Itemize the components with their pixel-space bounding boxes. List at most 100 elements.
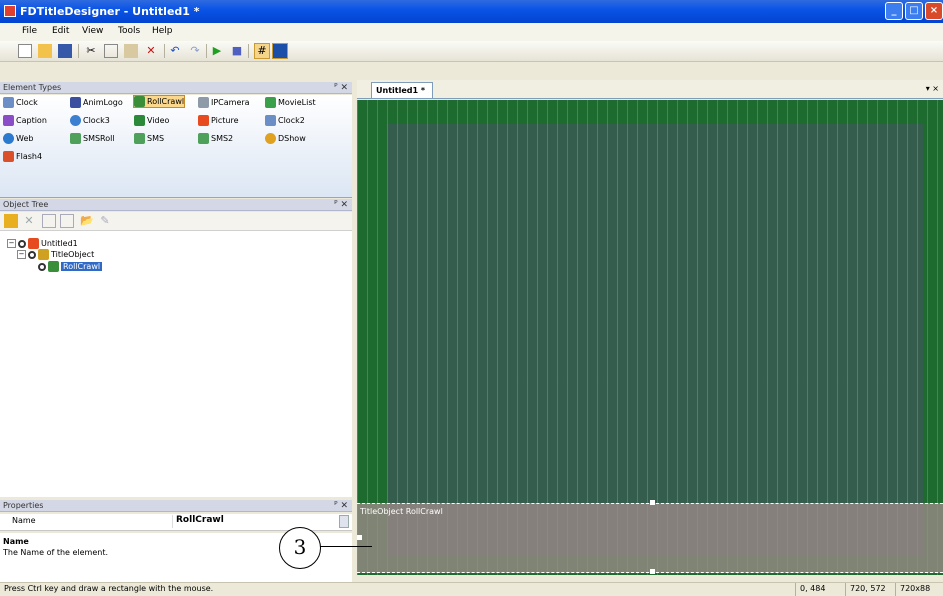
element-flash4[interactable]: Flash4	[3, 151, 42, 162]
property-scrollbar[interactable]	[339, 515, 349, 528]
pin-icon[interactable]: ᴾ	[334, 501, 337, 511]
object-tree-title: Object Tree	[3, 200, 49, 209]
cut-icon[interactable]: ✂	[84, 44, 98, 58]
object-tree-header: Object Tree ᴾ ✕	[0, 199, 352, 211]
move-up-icon[interactable]	[42, 214, 56, 228]
ipcamera-icon	[198, 97, 209, 108]
pin-icon[interactable]: ᴾ	[334, 200, 337, 210]
resize-handle[interactable]	[357, 535, 362, 540]
element-clock2[interactable]: Clock2	[265, 115, 305, 126]
document-tabbar: Untitled1 * ▾ ×	[357, 80, 943, 99]
collapse-icon[interactable]: −	[7, 239, 16, 248]
crawl-object-label: TitleObject RollCrawl	[360, 507, 443, 516]
resize-handle[interactable]	[650, 500, 655, 505]
element-sms2[interactable]: SMS2	[198, 133, 233, 144]
title-bar: FDTitleDesigner - Untitled1 * _ □ ×	[0, 0, 943, 23]
element-clock[interactable]: Clock	[3, 97, 38, 108]
close-icon[interactable]: ✕	[340, 83, 348, 93]
element-rollcrawl[interactable]: RollCrawl	[132, 95, 186, 108]
element-smsroll[interactable]: SMSRoll	[70, 133, 115, 144]
property-name-label: Name	[12, 516, 36, 525]
element-types-title: Element Types	[3, 83, 62, 92]
property-name-value[interactable]: RollCrawl	[172, 515, 337, 528]
menu-file[interactable]: File	[22, 26, 37, 36]
menu-view[interactable]: View	[82, 26, 103, 36]
callout-line	[320, 546, 372, 547]
element-video[interactable]: Video	[134, 115, 169, 126]
element-web[interactable]: Web	[3, 133, 33, 144]
element-clock3[interactable]: Clock3	[70, 115, 110, 126]
picture-icon	[198, 115, 209, 126]
tree-node-untitled1[interactable]: − Untitled1	[7, 238, 78, 249]
titleobject-icon	[38, 249, 49, 260]
status-dimensions: 720x88	[895, 583, 943, 596]
rollcrawl-object[interactable]: TitleObject RollCrawl	[357, 503, 943, 573]
element-dshow[interactable]: DShow	[265, 133, 306, 144]
smsroll-icon	[70, 133, 81, 144]
element-sms[interactable]: SMS	[134, 133, 164, 144]
element-movielist[interactable]: MovieList	[265, 97, 316, 108]
document-icon	[28, 238, 39, 249]
tree-node-rollcrawl[interactable]: RollCrawl	[38, 261, 103, 272]
open-icon[interactable]	[38, 44, 52, 58]
move-down-icon[interactable]	[60, 214, 74, 228]
visibility-icon[interactable]	[28, 250, 36, 259]
element-caption[interactable]: Caption	[3, 115, 47, 126]
close-icon[interactable]: ✕	[340, 200, 348, 210]
add-object-icon[interactable]	[4, 214, 18, 228]
maximize-button[interactable]: □	[905, 2, 923, 20]
app-icon	[4, 5, 16, 17]
visibility-icon[interactable]	[18, 239, 26, 248]
menu-tools[interactable]: Tools	[118, 26, 140, 36]
grid-icon[interactable]: #	[254, 43, 270, 59]
element-animlogo[interactable]: AnimLogo	[70, 97, 123, 108]
property-desc-text: The Name of the element.	[3, 548, 109, 557]
clock3-icon	[70, 115, 81, 126]
window-title: FDTitleDesigner - Untitled1 *	[20, 5, 200, 18]
element-picture[interactable]: Picture	[198, 115, 239, 126]
delete-icon[interactable]: ✕	[144, 44, 158, 58]
delete-object-icon[interactable]: ✕	[22, 214, 36, 228]
sms2-icon	[198, 133, 209, 144]
clock2-icon	[265, 115, 276, 126]
open-folder-icon[interactable]: 📂	[80, 214, 94, 228]
chevron-down-icon[interactable]: ▾ ×	[926, 84, 939, 93]
collapse-icon[interactable]: −	[17, 250, 26, 259]
object-tree: − Untitled1 − TitleObject RollCrawl	[0, 230, 352, 497]
status-coords: 0, 484	[795, 583, 845, 596]
menu-help[interactable]: Help	[152, 26, 173, 36]
close-icon[interactable]: ✕	[340, 501, 348, 511]
new-icon[interactable]	[18, 44, 32, 58]
clock-icon	[3, 97, 14, 108]
animlogo-icon	[70, 97, 81, 108]
save-icon[interactable]	[58, 44, 72, 58]
caption-icon	[3, 115, 14, 126]
redo-icon[interactable]: ↷	[188, 44, 202, 58]
rollcrawl-icon	[134, 96, 145, 107]
paste-icon[interactable]	[124, 44, 138, 58]
stop-icon[interactable]: ■	[230, 44, 244, 58]
title-canvas[interactable]: TitleObject RollCrawl	[357, 100, 943, 575]
safe-area-icon[interactable]	[272, 43, 288, 59]
callout-marker: 3	[279, 527, 321, 569]
visibility-icon[interactable]	[38, 262, 46, 271]
object-tree-toolbar: ✕ 📂 ✎	[0, 212, 352, 230]
edit-icon[interactable]: ✎	[98, 214, 112, 228]
rollcrawl-icon	[48, 261, 59, 272]
flash4-icon	[3, 151, 14, 162]
menu-edit[interactable]: Edit	[52, 26, 69, 36]
tree-node-titleobject[interactable]: − TitleObject	[17, 249, 94, 260]
status-hint: Press Ctrl key and draw a rectangle with…	[4, 584, 214, 593]
pin-icon[interactable]: ᴾ	[334, 83, 337, 93]
close-button[interactable]: ×	[925, 2, 943, 20]
tab-untitled1[interactable]: Untitled1 *	[371, 82, 433, 98]
sms-icon	[134, 133, 145, 144]
property-desc-title: Name	[3, 537, 29, 546]
copy-icon[interactable]	[104, 44, 118, 58]
resize-handle[interactable]	[650, 569, 655, 574]
undo-icon[interactable]: ↶	[168, 44, 182, 58]
dshow-icon	[265, 133, 276, 144]
play-icon[interactable]: ▶	[210, 44, 224, 58]
element-ipcamera[interactable]: IPCamera	[198, 97, 250, 108]
minimize-button[interactable]: _	[885, 2, 903, 20]
